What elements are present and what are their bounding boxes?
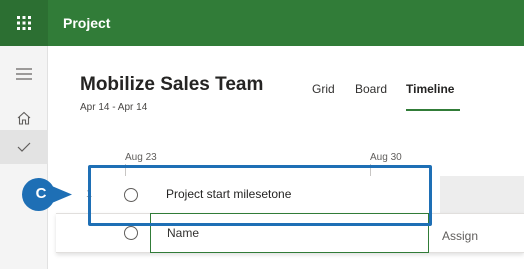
app-launcher-button[interactable] <box>0 0 48 46</box>
timeline-date-header: Aug 30 <box>370 152 402 163</box>
highlight-box <box>88 165 432 226</box>
left-rail <box>0 46 48 269</box>
collapse-nav-button[interactable] <box>0 58 48 92</box>
tab-board[interactable]: Board <box>355 82 387 96</box>
timeline-bar-area <box>440 176 524 213</box>
timeline-date-header: Aug 23 <box>125 152 157 163</box>
active-tab-indicator <box>406 109 460 111</box>
checkmark-icon <box>17 142 31 152</box>
tab-timeline[interactable]: Timeline <box>406 82 454 96</box>
new-task-checkbox[interactable] <box>124 226 138 240</box>
tab-grid[interactable]: Grid <box>312 82 335 96</box>
plan-dates: Apr 14 - Apr 14 <box>80 102 148 113</box>
assign-field[interactable]: Assign <box>442 229 478 243</box>
plan-title: Mobilize Sales Team <box>80 74 264 95</box>
home-icon <box>17 111 31 125</box>
app-title: Project <box>63 15 111 31</box>
my-tasks-nav-button[interactable] <box>0 130 48 164</box>
hamburger-icon <box>16 68 32 80</box>
callout-label: C <box>35 185 47 202</box>
waffle-icon <box>17 16 31 30</box>
home-nav-button[interactable] <box>0 100 48 134</box>
